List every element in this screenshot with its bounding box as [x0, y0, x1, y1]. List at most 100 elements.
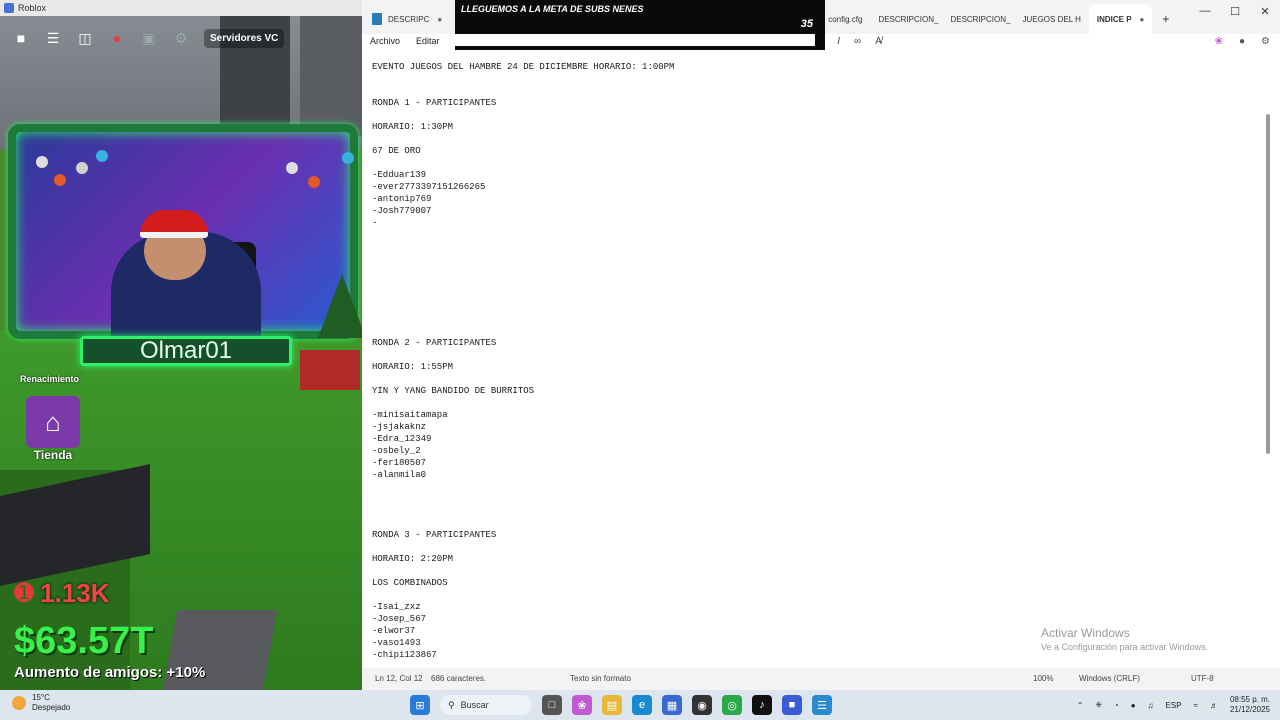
game-building [300, 16, 362, 136]
likes-stat: ➊ 1.13K [14, 578, 110, 609]
vertical-scrollbar[interactable] [1266, 114, 1270, 454]
ornament-icon [36, 156, 48, 168]
roblox-game-view[interactable]: Roblox ■ ☰ ◫ ● ▣ ⚙ Servidores VC Olmar01… [0, 0, 362, 690]
tab-label: DESCRIPC [388, 14, 430, 24]
roblox-titlebar: Roblox [0, 0, 362, 16]
chevron-up-icon[interactable]: ⌃ [1077, 701, 1084, 710]
renacimiento-label[interactable]: Renacimiento [20, 374, 79, 384]
subs-goal-text: LLEGUEMOS A LA META DE SUBS NENES [461, 4, 644, 14]
hamburger-icon[interactable]: ☰ [44, 29, 62, 47]
microphone-icon[interactable]: ● [1131, 701, 1136, 710]
tab-indice[interactable]: INDICE P ● [1088, 4, 1153, 34]
clock-time: 08:55 p. m. [1229, 695, 1270, 704]
santa-hat [140, 210, 208, 238]
menu-edit[interactable]: Editar [408, 36, 448, 46]
tab-config[interactable]: config.cfg [820, 4, 870, 34]
windows-activation-watermark: Activar Windows Ve a Configuración para … [1041, 626, 1208, 652]
candy-cane-icon: ➊ [14, 580, 35, 607]
menu-file[interactable]: Archivo [362, 36, 408, 46]
chrome-icon[interactable]: ◎ [722, 695, 742, 715]
clock[interactable]: 08:55 p. m. 21/12/2025 [1230, 695, 1270, 715]
ornament-icon [308, 176, 320, 188]
system-tray: ⌃ ⎈ ◔ ● ♫ ESP ≈ ♬ 08:55 p. m. 21/12/2025 [1077, 693, 1270, 717]
roblox-app-icon[interactable]: ■ [782, 695, 802, 715]
task-view-icon[interactable]: □ [542, 695, 562, 715]
roblox-window-title: Roblox [18, 3, 47, 13]
microphone-muted-icon[interactable]: ● [108, 29, 126, 47]
account-icon[interactable]: ● [1239, 36, 1245, 47]
wifi-icon[interactable]: ≈ [1194, 701, 1198, 710]
tab-descripcion-1[interactable]: DESCRIPCION_ [870, 4, 946, 34]
obs-icon[interactable]: ◉ [692, 695, 712, 715]
start-windows-icon[interactable]: ⊞ [410, 695, 430, 715]
moon-weather-icon [12, 696, 26, 710]
maximize-icon[interactable]: ☐ [1220, 0, 1250, 22]
settings-icon[interactable]: ⚙ [1261, 36, 1270, 47]
notepad-app-icon[interactable]: ☰ [812, 695, 832, 715]
notepad-text-content[interactable]: EVENTO JUEGOS DEL HAMBRE 24 DE DICIEMBRE… [372, 61, 674, 662]
tab-label: JUEGOS DEL H [1022, 14, 1081, 24]
tab-descripcion-2[interactable]: DESCRIPCION_ [946, 4, 1014, 34]
network-icon[interactable]: ◔ [1114, 701, 1119, 710]
tab-label: DESCRIPCION_ [878, 14, 939, 24]
link-icon[interactable]: ∞ [854, 36, 861, 47]
tab-label: config.cfg [828, 14, 863, 24]
copilot-app-icon[interactable]: ❀ [572, 695, 592, 715]
backpack-icon[interactable]: ▣ [140, 29, 158, 47]
weather-temp: 15°C [32, 693, 50, 702]
format-toolbar: B I ∞ A̸ [816, 32, 882, 50]
subs-goal-bar [455, 34, 815, 46]
clear-format-icon[interactable]: A̸ [875, 36, 882, 47]
notepad-right-toolbar: ❀ ● ⚙ [1215, 32, 1270, 50]
window-controls: — ☐ ✕ [1190, 0, 1280, 22]
taskbar-apps: ⊞ ⚲ Buscar □ ❀ ▤ e ▦ ◉ ◎ ♪ ■ ☰ [410, 694, 832, 716]
edge-icon[interactable]: e [632, 695, 652, 715]
speaker-icon[interactable]: ♬ [1210, 701, 1218, 710]
ornament-icon [96, 150, 108, 162]
taskbar-search[interactable]: ⚲ Buscar [440, 695, 532, 715]
webcam-frame [8, 124, 358, 347]
volume-icon[interactable]: ♫ [1148, 701, 1154, 710]
shop-label: Tienda [33, 448, 73, 462]
tiktok-icon[interactable]: ♪ [752, 695, 772, 715]
text-format: Texto sin formato [570, 674, 631, 683]
char-count: 686 caracteres. [431, 674, 487, 683]
likes-value: 1.13K [40, 578, 110, 608]
search-placeholder: Buscar [460, 700, 489, 710]
ornament-icon [76, 162, 88, 174]
tab-descripc[interactable]: DESCRIPC ● [362, 4, 450, 34]
shop-button[interactable]: ⌂ Tienda [22, 396, 84, 464]
notepad-statusbar: Ln 12, Col 12 686 caracteres. Texto sin … [362, 668, 1280, 690]
language-indicator[interactable]: ESP [1166, 701, 1182, 710]
activation-subtitle: Ve a Configuración para activar Windows. [1041, 642, 1209, 652]
store-icon[interactable]: ▦ [662, 695, 682, 715]
activation-title: Activar Windows [1041, 626, 1130, 640]
servers-vc-button[interactable]: Servidores VC [204, 28, 285, 48]
notepad-editor[interactable]: EVENTO JUEGOS DEL HAMBRE 24 DE DICIEMBRE… [362, 54, 1272, 662]
chat-icon[interactable]: ◫ [76, 29, 94, 47]
tab-label: DESCRIPCION_ [950, 14, 1011, 24]
taskbar: 15°C Despejado ⊞ ⚲ Buscar □ ❀ ▤ e ▦ ◉ ◎ … [0, 690, 1280, 720]
ornament-icon [342, 152, 354, 164]
subs-goal-count: 35 [800, 18, 813, 30]
new-tab-button[interactable]: + [1152, 4, 1179, 34]
close-icon[interactable]: ✕ [1250, 0, 1280, 22]
italic-icon[interactable]: I [837, 36, 840, 47]
clock-date: 21/12/2025 [1229, 705, 1270, 714]
copilot-icon[interactable]: ❀ [1215, 36, 1223, 47]
minimize-icon[interactable]: — [1190, 0, 1220, 22]
weather-widget[interactable]: 15°C Despejado [12, 693, 70, 713]
zoom-level[interactable]: 100% [1033, 674, 1053, 683]
search-icon: ⚲ [448, 699, 455, 710]
unsaved-dot-icon: ● [1139, 14, 1145, 24]
tab-juegos[interactable]: JUEGOS DEL H [1014, 4, 1088, 34]
money-stat: $63.57T [14, 620, 154, 662]
roblox-menu-icon[interactable]: ■ [12, 29, 30, 47]
webcam-overlay: Olmar01 [8, 124, 362, 372]
line-ending[interactable]: Windows (CRLF) [1079, 674, 1140, 683]
tab-label: INDICE P [1096, 14, 1132, 24]
usb-icon[interactable]: ⎈ [1095, 700, 1101, 710]
file-explorer-icon[interactable]: ▤ [602, 695, 622, 715]
gear-icon[interactable]: ⚙ [172, 29, 190, 47]
encoding[interactable]: UTF-8 [1191, 674, 1214, 683]
